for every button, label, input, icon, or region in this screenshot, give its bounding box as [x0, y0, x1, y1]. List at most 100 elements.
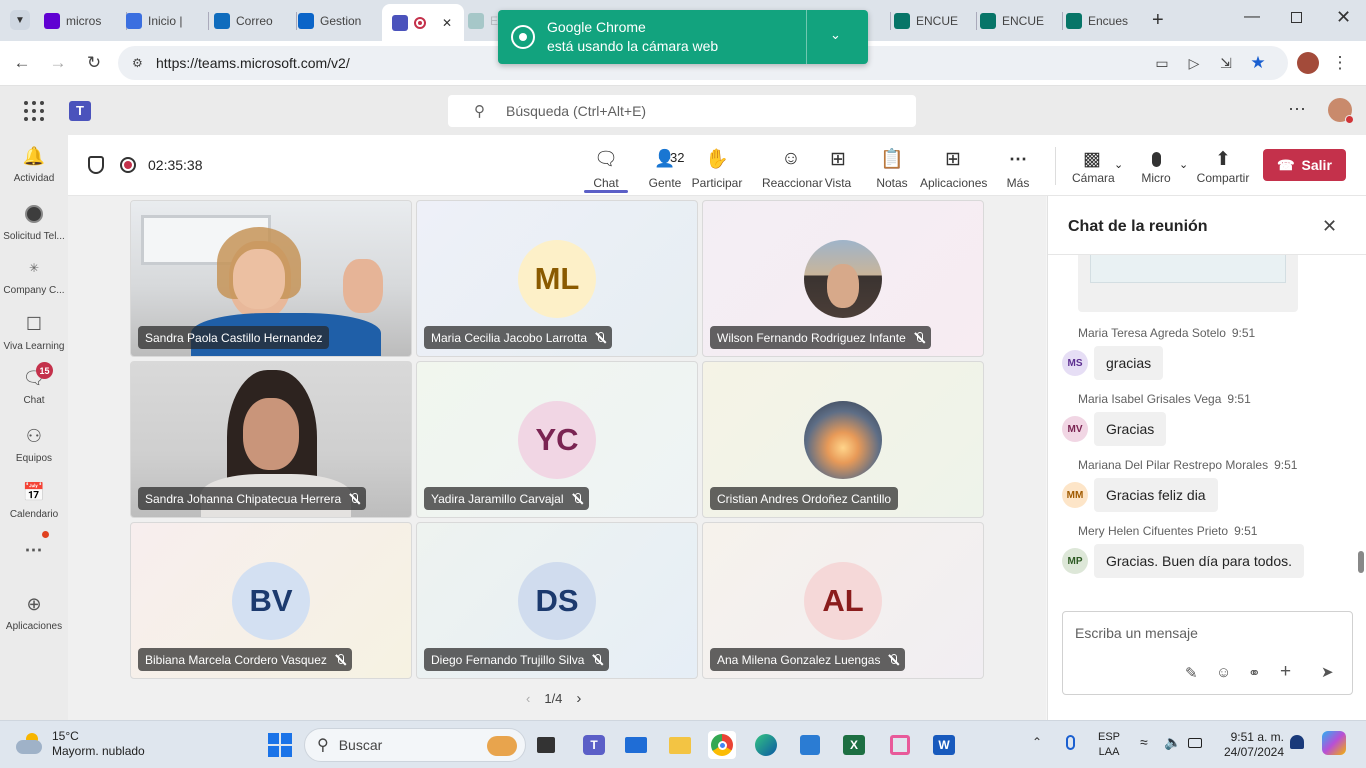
bookmark-star-icon[interactable]: ★	[1248, 53, 1268, 73]
close-tab-icon[interactable]: ✕	[442, 16, 452, 30]
chat-message[interactable]: Mery Helen Cifuentes Prieto 9:51 MP Gracias…	[1062, 524, 1304, 578]
participant-tile[interactable]: Sandra Johanna Chipatecua Herrera	[130, 361, 412, 518]
rail-item[interactable]: ⚇ Equipos	[0, 423, 68, 465]
user-avatar[interactable]	[1328, 98, 1354, 124]
app-launcher-icon[interactable]	[24, 101, 44, 121]
word-icon[interactable]: W	[930, 731, 958, 759]
copilot-icon[interactable]	[1322, 731, 1346, 755]
reload-icon[interactable]: ↻	[84, 53, 104, 73]
more-options-icon[interactable]: ⋯	[1288, 99, 1306, 120]
chat-message[interactable]: Mariana Del Pilar Restrepo Morales 9:51 MM…	[1062, 458, 1297, 512]
clock[interactable]: 9:51 a. m. 24/07/2024	[1214, 730, 1284, 760]
participant-tile[interactable]: ML Maria Cecilia Jacobo Larrotta	[416, 200, 698, 357]
weather-widget[interactable]: 15°C Mayorm. nublado	[14, 729, 145, 759]
participant-tile[interactable]: AL Ana Milena Gonzalez Luengas	[702, 522, 984, 679]
format-icon[interactable]: ✎	[1185, 664, 1198, 682]
message-composer[interactable]: Escriba un mensaje ✎ ☺ ⚭ + ➤	[1062, 611, 1353, 695]
browser-tab[interactable]: Inicio |	[126, 8, 206, 34]
chat-message[interactable]: Maria Teresa Agreda Sotelo 9:51 MS gracias	[1062, 326, 1255, 380]
chrome-menu-icon[interactable]: ⋮	[1330, 53, 1350, 73]
next-page-icon[interactable]: ›	[576, 690, 581, 707]
rail-item[interactable]: ✳ Company C...	[0, 255, 68, 296]
rail-item[interactable]: 🗨 15 Chat	[0, 362, 68, 406]
shared-image-thumbnail[interactable]	[1078, 255, 1298, 312]
video-icon[interactable]: ▷	[1184, 53, 1204, 73]
site-info-icon[interactable]: ⚙	[132, 56, 143, 70]
previous-page-icon[interactable]: ‹	[526, 691, 530, 706]
meeting-button-chat[interactable]: 🗨 Chat	[584, 147, 628, 193]
close-icon[interactable]: ✕	[1322, 216, 1337, 237]
close-window-button[interactable]: ✕	[1336, 7, 1351, 28]
file-explorer-icon[interactable]	[666, 731, 694, 759]
battery-icon[interactable]	[1188, 738, 1202, 748]
meeting-button-notas[interactable]: 📋 Notas	[874, 147, 910, 190]
camera-off-icon[interactable]: ▭	[1152, 53, 1172, 73]
rail-item[interactable]: Solicitud Tel...	[0, 201, 68, 242]
meeting-button-vista[interactable]: ⊞ Vista	[820, 147, 856, 191]
rail-item[interactable]: ⋯	[0, 531, 68, 567]
wifi-icon[interactable]: ≈	[1140, 734, 1148, 750]
meeting-button-aplicaciones[interactable]: ⊞ Aplicaciones	[920, 147, 987, 191]
participant-tile[interactable]: Sandra Paola Castillo Hernandez	[130, 200, 412, 357]
meeting-button-reaccionar[interactable]: ☺ Reaccionar	[762, 147, 823, 190]
emoji-icon[interactable]: ☺	[1216, 664, 1231, 681]
excel-icon[interactable]: X	[840, 731, 868, 759]
show-hidden-icons-chevron-icon[interactable]: ⌃	[1032, 735, 1042, 749]
restore-button[interactable]	[1291, 12, 1302, 23]
language-indicator[interactable]: ESP LAA	[1098, 730, 1120, 760]
participant-tile[interactable]: YC Yadira Jaramillo Carvajal	[416, 361, 698, 518]
chat-scrollbar[interactable]	[1358, 551, 1364, 573]
message-input[interactable]: Escriba un mensaje	[1075, 625, 1198, 641]
microphone-tray-icon[interactable]	[1066, 735, 1075, 750]
start-button[interactable]	[266, 731, 294, 759]
share-button[interactable]: ⬆ Compartir	[1196, 147, 1250, 186]
browser-tab[interactable]: ENCUE	[894, 8, 974, 34]
send-icon[interactable]: ➤	[1321, 663, 1334, 681]
store-icon[interactable]	[796, 731, 824, 759]
participant-tile[interactable]: Wilson Fernando Rodriguez Infante	[702, 200, 984, 357]
forward-icon[interactable]: →	[48, 53, 68, 73]
profile-avatar[interactable]	[1297, 52, 1319, 74]
chevron-down-icon[interactable]: ⌄	[830, 27, 841, 43]
chat-message[interactable]: Maria Isabel Grisales Vega 9:51 MV Gracias	[1062, 392, 1251, 446]
snipping-tool-icon[interactable]	[886, 731, 914, 759]
participant-tile[interactable]: DS Diego Fernando Trujillo Silva	[416, 522, 698, 679]
browser-tab[interactable]: Gestion	[298, 8, 378, 34]
rail-item[interactable]: ☐ Viva Learning	[0, 311, 68, 353]
browser-tab[interactable]: Correo	[214, 8, 294, 34]
loop-icon[interactable]: ⚭	[1248, 664, 1261, 682]
attach-plus-icon[interactable]: +	[1280, 661, 1291, 683]
taskbar-search[interactable]: ⚲ Buscar	[304, 728, 526, 762]
browser-tab[interactable]: ✕	[382, 4, 464, 41]
meeting-button-participar[interactable]: ✋ Participar	[690, 147, 744, 190]
back-icon[interactable]: ←	[12, 53, 32, 73]
rail-item[interactable]: ⊕ Aplicaciones	[0, 591, 68, 633]
new-tab-button[interactable]: +	[1152, 9, 1164, 32]
rail-item[interactable]: 🔔 Actividad	[0, 143, 68, 185]
task-view-icon[interactable]	[532, 731, 560, 759]
browser-tab[interactable]: Encues	[1066, 8, 1146, 34]
volume-icon[interactable]: 🔈	[1164, 734, 1181, 751]
camera-options-chevron-icon[interactable]: ⌄	[1114, 158, 1123, 171]
tab-search-button[interactable]: ▼	[10, 10, 30, 30]
rail-item[interactable]: 📅 Calendario	[0, 479, 68, 521]
shield-icon[interactable]	[88, 156, 104, 174]
teams-taskbar-icon[interactable]: T	[580, 731, 608, 759]
minimize-button[interactable]: —	[1244, 8, 1260, 26]
participant-tile[interactable]: Cristian Andres Ordoñez Cantillo	[702, 361, 984, 518]
participant-tile[interactable]: BV Bibiana Marcela Cordero Vasquez	[130, 522, 412, 679]
meeting-button-más[interactable]: ⋯ Más	[1006, 147, 1030, 191]
mic-options-chevron-icon[interactable]: ⌄	[1179, 158, 1188, 171]
chrome-icon[interactable]	[708, 731, 736, 759]
browser-tab[interactable]: micros	[44, 8, 124, 34]
browser-tab[interactable]: ENCUE	[980, 8, 1060, 34]
camera-button[interactable]: ▩ Cámara	[1072, 147, 1115, 186]
meeting-button-gente[interactable]: 👤 32 Gente	[640, 147, 690, 190]
notification-bell-icon[interactable]	[1290, 735, 1304, 749]
mic-button[interactable]: Micro	[1140, 147, 1172, 185]
leave-button[interactable]: ☎ Salir	[1263, 149, 1346, 181]
mail-icon[interactable]	[622, 731, 650, 759]
search-input[interactable]: ⚲ Búsqueda (Ctrl+Alt+E)	[448, 95, 916, 127]
edge-icon[interactable]	[752, 731, 780, 759]
install-app-icon[interactable]: ⇲	[1216, 53, 1236, 73]
